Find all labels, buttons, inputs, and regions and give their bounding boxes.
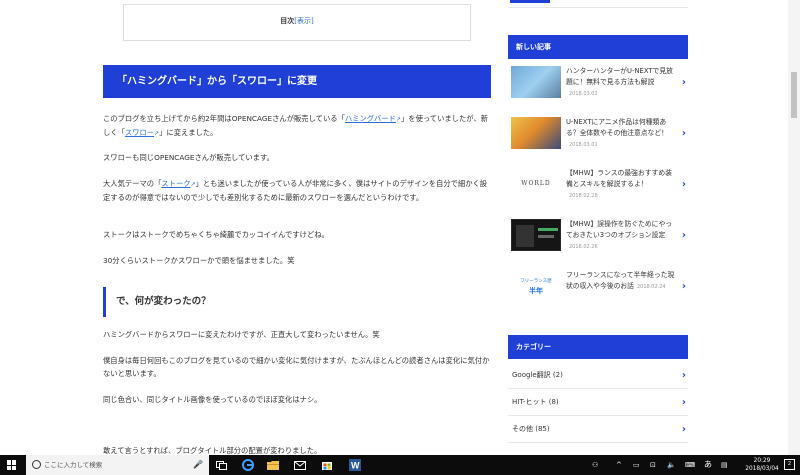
chevron-right-icon: › — [681, 424, 686, 435]
cortana-circle-icon — [32, 460, 41, 469]
text: 大人気テーマの「 — [103, 179, 162, 188]
chevron-right-icon: › — [681, 128, 686, 139]
search-placeholder: ここに入力して検索 — [44, 461, 103, 469]
system-clock[interactable]: 20:29 2018/03/04 — [745, 457, 779, 473]
paragraph-7: 僕自身は毎日何回もこのブログを見ているので細かい変化に気付けますが、たぶんほとん… — [103, 356, 490, 378]
post-thumbnail — [511, 117, 561, 149]
start-button[interactable] — [0, 455, 24, 475]
paragraph-3: 大人気テーマの「ストーク↗」とも迷いましたが使っている人が非常に多く、僕はサイト… — [103, 177, 491, 204]
chevron-up-icon[interactable]: ^ — [616, 455, 622, 475]
text: このブログを立ち上げてから約2年間はOPENCAGEさんが販売している「 — [103, 114, 345, 123]
chevron-right-icon: › — [681, 397, 686, 408]
recent-post-date: 2018.02.26 — [569, 244, 598, 250]
section-heading: 「ハミングバード」から「スワロー」に変更 — [103, 65, 491, 98]
word-icon[interactable]: W — [348, 458, 362, 472]
chevron-right-icon: › — [681, 77, 686, 88]
recent-posts-heading: 新しい記事 — [508, 35, 688, 59]
swallow-link[interactable]: スワロー — [125, 128, 154, 137]
paragraph-2: スワローも同じOPENCAGEさんが販売しています。 — [103, 153, 274, 162]
text: 」に変えました。 — [159, 128, 218, 137]
ime-pad-icon[interactable]: ▤ — [721, 455, 728, 475]
edge-browser-icon[interactable] — [241, 458, 255, 472]
mail-icon[interactable] — [293, 458, 307, 472]
category-item[interactable]: Google翻訳 (2) › — [508, 362, 688, 389]
thumbnail-text: WORLD — [521, 180, 551, 187]
recent-post-item[interactable]: フリーランス歴 半年 フリーランスになって半年経った現状の収入や今後のお話 201… — [508, 266, 688, 314]
vertical-scrollbar[interactable] — [788, 0, 800, 455]
sidebar-top-widget — [508, 0, 688, 8]
keyboard-icon[interactable]: ⌨ — [685, 455, 695, 475]
text: 【MHW】ランスの最強おすすめ装備とスキルを解説するよ！ — [566, 169, 672, 188]
paragraph-5: 30分くらいストークかスワローかで頭を悩ませました。笑 — [103, 256, 295, 265]
windows-taskbar: ここに入力して検索 🎤 W ⚇ ^ ▭ ⊡ 🔈 ⌨ あ ▤ 20:29 2018… — [0, 455, 800, 475]
table-of-contents: 目次[表示] — [123, 4, 471, 41]
toc-title: 目次 — [280, 17, 295, 25]
recent-post-date: 2018.03.02 — [569, 91, 598, 97]
chevron-right-icon: › — [681, 370, 686, 381]
post-thumbnail — [511, 219, 561, 251]
taskbar-search-box[interactable]: ここに入力して検索 🎤 — [26, 455, 209, 475]
paragraph-1: このブログを立ち上げてから約2年間はOPENCAGEさんが販売している「ハミング… — [103, 112, 491, 140]
network-icon[interactable]: ⊡ — [650, 455, 656, 475]
recent-post-title[interactable]: フリーランスになって半年経った現状の収入や今後のお話 2018.02.24 — [566, 270, 678, 293]
clock-date: 2018/03/04 — [745, 466, 779, 472]
thumbnail-text: フリーランス歴 — [520, 279, 552, 284]
category-item[interactable]: HIT-ヒット (8) › — [508, 389, 688, 416]
recent-post-title[interactable]: 【MHW】ランスの最強おすすめ装備とスキルを解説するよ！ 2018.02.28 — [566, 168, 678, 202]
category-label: Google翻訳 (2) — [512, 371, 563, 379]
text: ハンターハンターがU-NEXTで見放題に！無料で見る方法も解説 — [566, 67, 673, 86]
hummingbird-link[interactable]: ハミングバード — [345, 114, 396, 123]
subsection-heading: で、何が変わったの？ — [103, 287, 491, 317]
category-label: その他 (85) — [512, 425, 550, 433]
thumbnail-detail — [516, 225, 534, 247]
recent-post-title[interactable]: U-NEXTにアニメ作品は何種類ある？全体数やその他注意点など！ 2018.03.… — [566, 117, 678, 151]
clock-time: 20:29 — [753, 458, 771, 464]
stork-link[interactable]: ストーク — [161, 179, 190, 188]
people-icon[interactable]: ⚇ — [592, 455, 598, 475]
paragraph-8: 同じ色合い、同じタイトル画像を使っているのでほぼ変化はナシ。 — [103, 395, 322, 404]
paragraph-6: ハミングバードからスワローに変えたわけですが、正直大して変わったいません。笑 — [103, 330, 380, 339]
task-view-icon[interactable] — [214, 458, 228, 472]
microphone-icon[interactable]: 🎤 — [193, 455, 203, 475]
browser-viewport: 目次[表示] 「ハミングバード」から「スワロー」に変更 このブログを立ち上げてか… — [0, 0, 800, 455]
text: U-NEXTにアニメ作品は何種類ある？全体数やその他注意点など！ — [566, 118, 668, 137]
store-icon[interactable] — [320, 458, 334, 472]
post-thumbnail: WORLD — [511, 168, 561, 200]
recent-post-item[interactable]: ハンターハンターがU-NEXTで見放題に！無料で見る方法も解説 2018.03.0… — [508, 62, 688, 110]
recent-post-date: 2018.02.24 — [636, 284, 666, 290]
post-thumbnail — [511, 66, 561, 98]
windows-logo-icon — [7, 460, 17, 470]
recent-post-item[interactable]: 【MHW】誤操作を防ぐためにやっておきたい3つのオプション設定 2018.02.2… — [508, 215, 688, 263]
chevron-right-icon: › — [681, 230, 686, 241]
thumbnail-detail — [538, 235, 554, 238]
link-fragment — [510, 0, 550, 3]
thumbnail-text: 半年 — [529, 287, 543, 295]
toc-toggle-link[interactable]: [表示] — [294, 17, 313, 25]
recent-post-title[interactable]: ハンターハンターがU-NEXTで見放題に！無料で見る方法も解説 2018.03.0… — [566, 66, 678, 100]
recent-post-title[interactable]: 【MHW】誤操作を防ぐためにやっておきたい3つのオプション設定 2018.02.2… — [566, 219, 678, 253]
file-explorer-icon[interactable] — [266, 458, 280, 472]
action-center-icon[interactable]: 2 — [784, 459, 795, 470]
chevron-right-icon: › — [681, 179, 686, 190]
svg-text:W: W — [351, 461, 360, 471]
scrollbar-thumb[interactable] — [791, 72, 797, 118]
volume-icon[interactable]: 🔈 — [667, 455, 676, 475]
recent-post-date: 2018.03.01 — [569, 142, 598, 148]
battery-icon[interactable]: ▭ — [633, 455, 640, 475]
ime-indicator[interactable]: あ — [704, 455, 712, 475]
post-thumbnail: フリーランス歴 半年 — [511, 270, 561, 302]
category-item[interactable]: その他 (85) › — [508, 416, 688, 443]
text: 【MHW】誤操作を防ぐためにやっておきたい3つのオプション設定 — [566, 220, 673, 239]
recent-post-item[interactable]: WORLD 【MHW】ランスの最強おすすめ装備とスキルを解説するよ！ 2018.0… — [508, 164, 688, 212]
thumbnail-detail — [538, 228, 558, 231]
chevron-right-icon: › — [681, 281, 686, 292]
categories-heading: カテゴリー — [508, 335, 688, 359]
paragraph-9: 敢えて言うとすれば、ブログタイトル部分の配置が変わりました。 — [103, 446, 322, 455]
category-label: HIT-ヒット (8) — [512, 398, 559, 406]
recent-post-date: 2018.02.28 — [569, 193, 598, 199]
paragraph-4: ストークはストークでめちゃくちゃ綺麗でカッコイイんですけどね。 — [103, 230, 329, 239]
recent-post-item[interactable]: U-NEXTにアニメ作品は何種類ある？全体数やその他注意点など！ 2018.03.… — [508, 113, 688, 161]
